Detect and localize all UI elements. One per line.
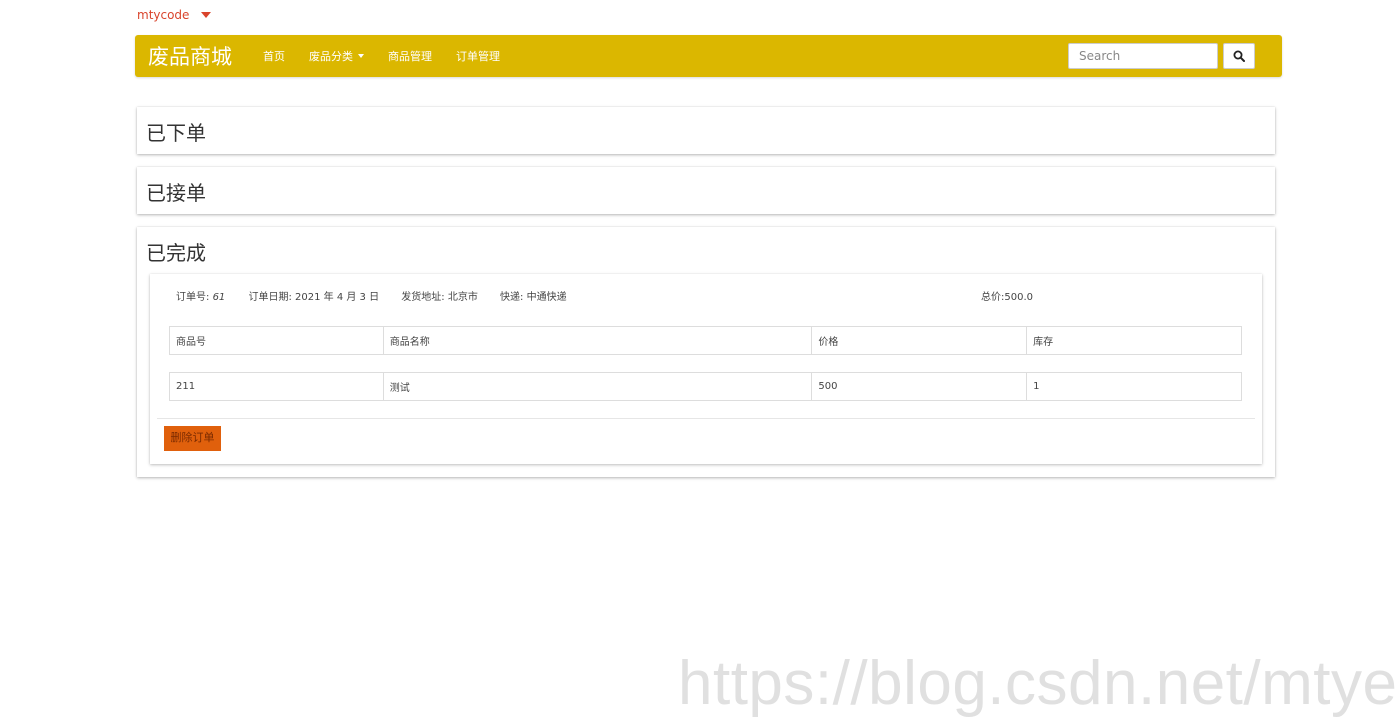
column-header-product-id: 商品号 bbox=[169, 326, 384, 355]
cell-product-name: 测试 bbox=[382, 372, 813, 401]
order-date: 订单日期: 2021 年 4 月 3 日 bbox=[248, 292, 380, 303]
column-header-product-name: 商品名称 bbox=[382, 326, 813, 355]
search-input[interactable] bbox=[1068, 43, 1218, 69]
user-menu[interactable]: mtycode bbox=[137, 8, 212, 22]
watermark: https://blog.csdn.net/mtyedu bbox=[678, 649, 1400, 718]
user-name[interactable]: mtycode bbox=[137, 8, 189, 22]
search-icon bbox=[1233, 50, 1245, 62]
nav-item-home[interactable]: 首页 bbox=[263, 48, 285, 64]
navbar: 废品商城 首页 废品分类 商品管理 订单管理 bbox=[135, 35, 1282, 77]
column-header-stock: 库存 bbox=[1026, 326, 1242, 355]
cell-price: 500 bbox=[811, 372, 1028, 401]
order-number: 61 bbox=[212, 292, 226, 303]
order-card: 订单号: 61 订单日期: 2021 年 4 月 3 日 发货地址: 北京市 快… bbox=[150, 274, 1262, 464]
delete-order-button[interactable]: 删除订单 bbox=[164, 426, 221, 451]
nav-item-categories-label: 废品分类 bbox=[309, 50, 353, 63]
order-total: 总价:500.0 bbox=[981, 292, 1033, 303]
order-header: 订单号: 61 订单日期: 2021 年 4 月 3 日 发货地址: 北京市 快… bbox=[176, 288, 567, 303]
search-button[interactable] bbox=[1223, 43, 1255, 69]
column-header-price: 价格 bbox=[811, 326, 1028, 355]
brand-logo[interactable]: 废品商城 bbox=[148, 41, 232, 71]
chevron-down-icon bbox=[358, 54, 364, 58]
caret-down-icon[interactable] bbox=[201, 12, 212, 18]
nav-item-order-management[interactable]: 订单管理 bbox=[456, 48, 500, 64]
panel-ordered: 已下单 bbox=[137, 107, 1275, 154]
panel-ordered-title[interactable]: 已下单 bbox=[146, 117, 206, 146]
divider bbox=[157, 418, 1255, 419]
table-header-row: 商品号 商品名称 价格 库存 bbox=[169, 326, 1242, 355]
order-number-label: 订单号: bbox=[176, 292, 210, 303]
cell-stock: 1 bbox=[1026, 372, 1242, 401]
panel-completed-title[interactable]: 已完成 bbox=[146, 237, 206, 266]
table-row: 211 测试 500 1 bbox=[169, 372, 1242, 401]
nav-item-categories[interactable]: 废品分类 bbox=[309, 48, 364, 64]
order-address: 发货地址: 北京市 bbox=[401, 292, 478, 303]
cell-product-id: 211 bbox=[169, 372, 384, 401]
order-courier: 快递: 中通快递 bbox=[500, 292, 567, 303]
panel-completed: 已完成 订单号: 61 订单日期: 2021 年 4 月 3 日 发货地址: 北… bbox=[137, 227, 1275, 477]
items-header-table: 商品号 商品名称 价格 库存 bbox=[169, 326, 1242, 355]
panel-accepted-title[interactable]: 已接单 bbox=[146, 177, 206, 206]
nav-item-product-management[interactable]: 商品管理 bbox=[388, 48, 432, 64]
panel-accepted: 已接单 bbox=[137, 167, 1275, 214]
items-table: 211 测试 500 1 bbox=[169, 372, 1242, 401]
nav-menu: 首页 废品分类 商品管理 订单管理 bbox=[263, 35, 524, 77]
